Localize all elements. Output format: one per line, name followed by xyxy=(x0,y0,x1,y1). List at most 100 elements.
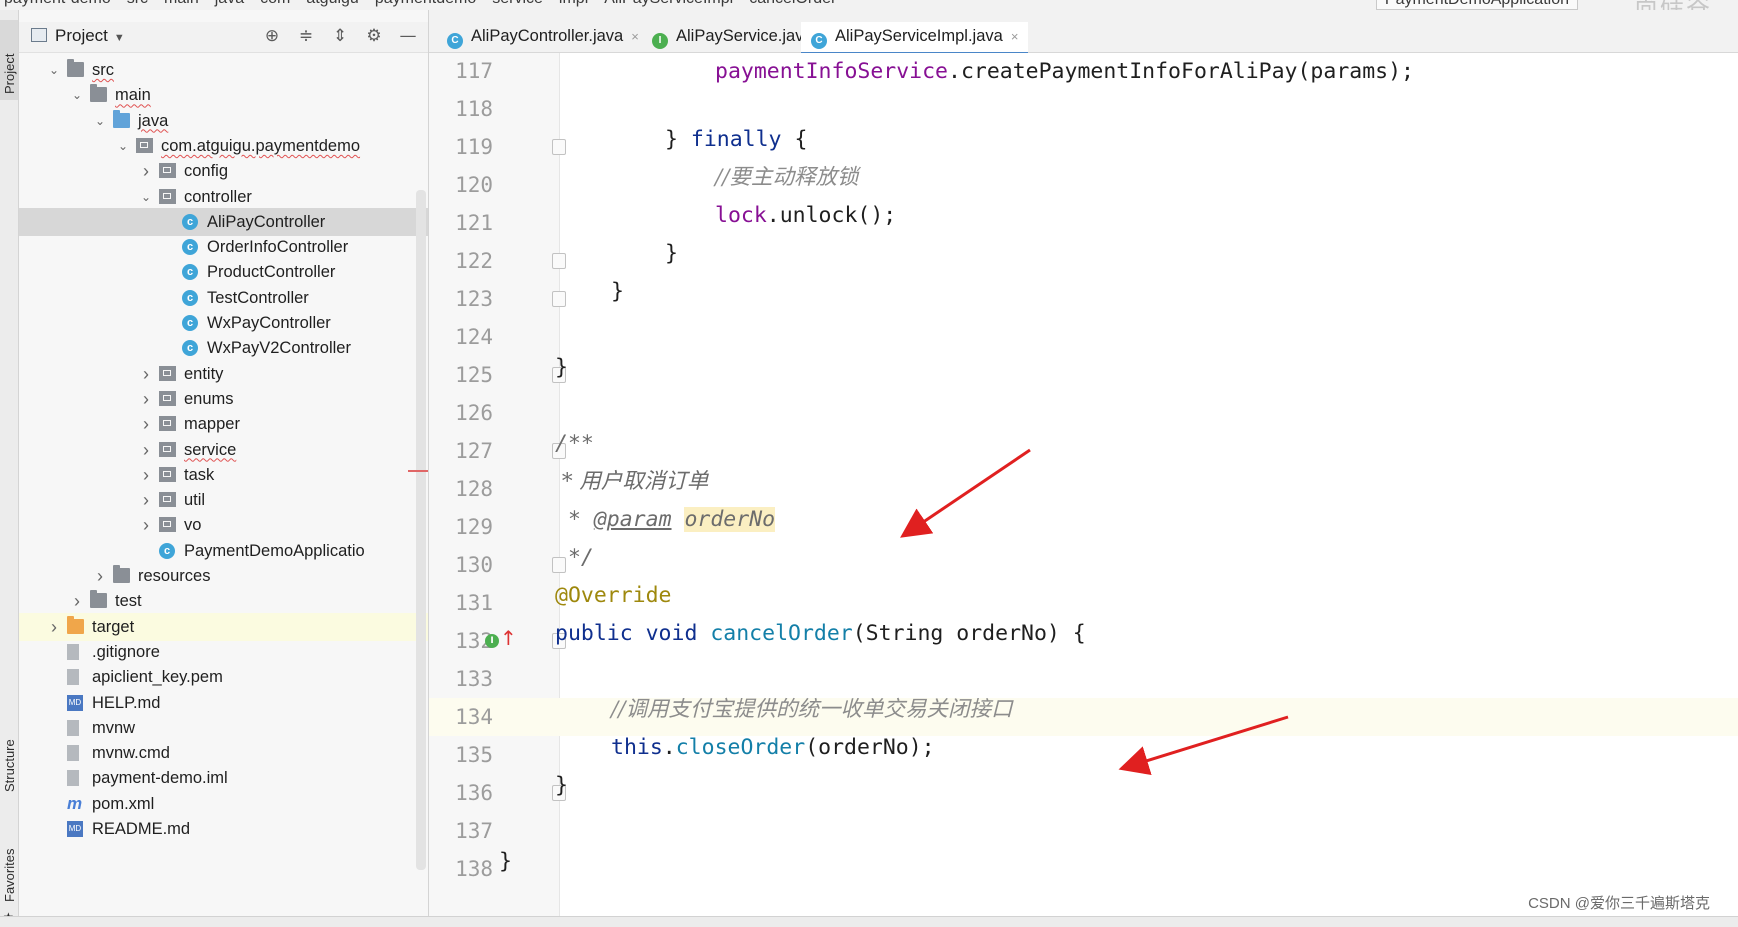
chevron-right-icon[interactable]: › xyxy=(139,461,153,489)
tree-item-testcontroller[interactable]: c TestController xyxy=(19,284,428,312)
tree-item-wxpayv2controller[interactable]: c WxPayV2Controller xyxy=(19,334,428,362)
line-number[interactable]: 119 xyxy=(437,128,493,166)
tree-item-wxpaycontroller[interactable]: c WxPayController xyxy=(19,309,428,337)
tree-item-pom-xml[interactable]: m pom.xml xyxy=(19,790,428,818)
line-number[interactable]: 138 xyxy=(437,850,493,888)
chevron-right-icon[interactable]: › xyxy=(139,486,153,514)
line-number[interactable]: 133 xyxy=(437,660,493,698)
line-number[interactable]: 134 xyxy=(437,698,493,736)
chevron-right-icon[interactable]: › xyxy=(139,385,153,413)
chevron-down-icon[interactable]: ⌄ xyxy=(139,183,153,211)
line-number[interactable]: 122 xyxy=(437,242,493,280)
chevron-down-icon[interactable]: ⌄ xyxy=(116,132,130,160)
code-editor[interactable]: 117 118 119 120 121 122 123 124 125 126 127 128 129 1… xyxy=(429,53,1738,926)
breadcrumb-item[interactable]: com xyxy=(260,0,290,7)
line-number[interactable]: 125 xyxy=(437,356,493,394)
tree-item-service[interactable]: › service xyxy=(19,436,428,464)
fold-marker-icon[interactable] xyxy=(552,253,566,269)
tree-item-main[interactable]: ⌄ main xyxy=(19,81,428,109)
tree-item-src[interactable]: ⌄ src xyxy=(19,56,428,84)
breadcrumb-item[interactable]: java xyxy=(215,0,244,7)
tree-item-alipaycontroller[interactable]: c AliPayController xyxy=(19,207,428,236)
gear-icon[interactable]: ⚙ xyxy=(364,25,384,47)
chevron-down-icon[interactable]: ⌄ xyxy=(93,107,107,135)
breadcrumb-item[interactable]: atguigu xyxy=(306,0,359,7)
chevron-right-icon[interactable]: › xyxy=(139,410,153,438)
locate-icon[interactable]: ⊕ xyxy=(262,25,282,47)
chevron-right-icon[interactable]: › xyxy=(70,587,84,615)
line-number[interactable]: 137 xyxy=(437,812,493,850)
chevron-right-icon[interactable]: › xyxy=(139,360,153,388)
line-number[interactable]: 128 xyxy=(437,470,493,508)
tree-item-readme-md[interactable]: MD README.md xyxy=(19,815,428,843)
go-to-interface-arrow-icon[interactable]: ↑ xyxy=(500,626,517,650)
chevron-right-icon[interactable]: › xyxy=(139,157,153,185)
breadcrumb-item[interactable]: main xyxy=(164,0,199,7)
tree-item-resources[interactable]: › resources xyxy=(19,562,428,590)
tree-item-mvnw[interactable]: mvnw xyxy=(19,714,428,742)
line-number[interactable]: 117 xyxy=(437,53,493,90)
favorites-tool-tab[interactable]: Favorites★ xyxy=(0,816,18,924)
breadcrumb-item[interactable]: src xyxy=(127,0,148,7)
line-number[interactable]: 126 xyxy=(437,394,493,432)
fold-marker-icon[interactable] xyxy=(552,291,566,307)
project-tool-tab[interactable]: Project xyxy=(0,20,18,100)
tree-item-controller[interactable]: ⌄ controller xyxy=(19,183,428,211)
tree-item-target[interactable]: › target xyxy=(19,612,428,641)
chevron-right-icon[interactable]: › xyxy=(139,436,153,464)
scrollbar[interactable] xyxy=(416,190,426,870)
chevron-right-icon[interactable]: › xyxy=(93,562,107,590)
line-number[interactable]: 131 xyxy=(437,584,493,622)
tree-item-orderinfocontroller[interactable]: c OrderInfoController xyxy=(19,233,428,261)
tree-item-mapper[interactable]: › mapper xyxy=(19,410,428,438)
line-number[interactable]: 136 xyxy=(437,774,493,812)
chevron-right-icon[interactable]: › xyxy=(139,511,153,539)
collapse-all-icon[interactable]: ⇕ xyxy=(330,25,350,47)
tree-item-com-atguigu-paymentdemo[interactable]: ⌄ com.atguigu.paymentdemo xyxy=(19,132,428,160)
chevron-right-icon[interactable]: › xyxy=(47,613,61,641)
breadcrumb-item[interactable]: service xyxy=(492,0,543,7)
line-number[interactable]: 124 xyxy=(437,318,493,356)
breadcrumb-item[interactable]: paymentdemo xyxy=(375,0,476,7)
tree-item-task[interactable]: › task xyxy=(19,461,428,489)
chevron-down-icon[interactable]: ⌄ xyxy=(47,56,61,84)
project-view-selector[interactable]: Project ▼ xyxy=(31,26,125,46)
tree-item-apiclient-key-pem[interactable]: apiclient_key.pem xyxy=(19,663,428,691)
close-icon[interactable]: × xyxy=(1011,29,1019,44)
tree-item-test[interactable]: › test xyxy=(19,587,428,615)
line-number[interactable]: 129 xyxy=(437,508,493,546)
tree-item-enums[interactable]: › enums xyxy=(19,385,428,413)
tab-alipaycontroller-java[interactable]: C AliPayController.java × xyxy=(437,22,649,52)
tab-alipayserviceimpl-java[interactable]: C AliPayServiceImpl.java × xyxy=(801,22,1029,55)
tree-item-payment-demo-iml[interactable]: payment-demo.iml xyxy=(19,764,428,792)
line-number[interactable]: 123 xyxy=(437,280,493,318)
tree-item-paymentdemoapplicatio[interactable]: c PaymentDemoApplicatio xyxy=(19,537,428,565)
close-icon[interactable]: × xyxy=(631,29,639,44)
line-number[interactable]: 130 xyxy=(437,546,493,584)
implements-method-icon[interactable]: I xyxy=(485,634,499,648)
breadcrumb-item[interactable]: AliPayServiceImpl xyxy=(604,0,733,7)
tree-item-productcontroller[interactable]: c ProductController xyxy=(19,258,428,286)
line-number[interactable]: 118 xyxy=(437,90,493,128)
tree-item-entity[interactable]: › entity xyxy=(19,360,428,388)
line-number[interactable]: 120 xyxy=(437,166,493,204)
chevron-down-icon[interactable]: ⌄ xyxy=(70,81,84,109)
line-number[interactable]: 135 xyxy=(437,736,493,774)
tree-item-help-md[interactable]: MD HELP.md xyxy=(19,689,428,717)
breadcrumb-item[interactable]: payment-demo xyxy=(4,0,111,7)
line-number[interactable]: 121 xyxy=(437,204,493,242)
structure-tool-tab[interactable]: Structure xyxy=(0,700,18,796)
tree-item-config[interactable]: › config xyxy=(19,157,428,185)
hide-icon[interactable]: — xyxy=(398,25,418,47)
fold-marker-icon[interactable] xyxy=(552,139,566,155)
run-configuration-selector[interactable]: PaymentDemoApplication xyxy=(1375,0,1578,10)
line-number[interactable]: 127 xyxy=(437,432,493,470)
tree-item-gitignore[interactable]: .gitignore xyxy=(19,638,428,666)
tree-item-java[interactable]: ⌄ java xyxy=(19,107,428,135)
tree-item-mvnw-cmd[interactable]: mvnw.cmd xyxy=(19,739,428,767)
tree-item-util[interactable]: › util xyxy=(19,486,428,514)
tree-item-vo[interactable]: › vo xyxy=(19,511,428,539)
breadcrumb-item[interactable]: cancelOrder xyxy=(749,0,836,7)
breadcrumb-item[interactable]: impl xyxy=(559,0,588,7)
expand-all-icon[interactable]: ≑ xyxy=(296,25,316,47)
